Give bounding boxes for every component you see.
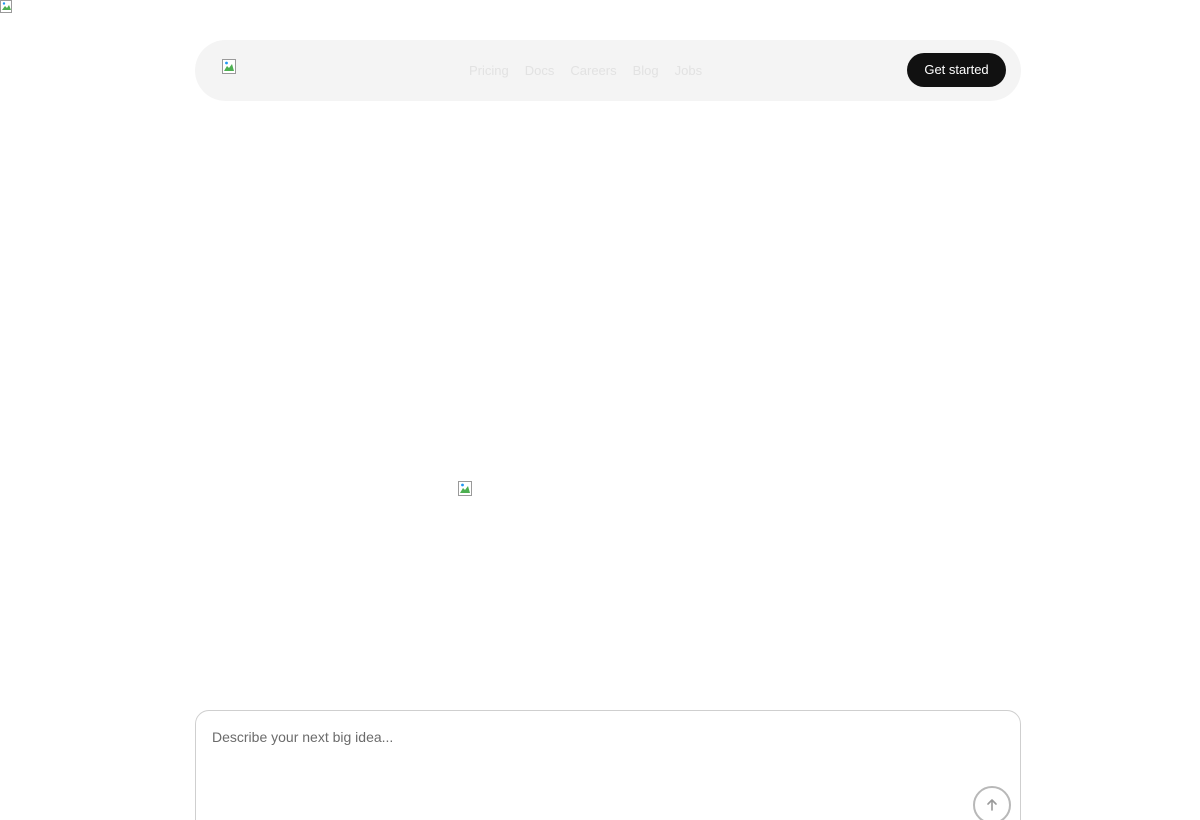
logo-broken-image-icon[interactable] xyxy=(222,59,238,75)
arrow-up-icon xyxy=(987,799,997,811)
prompt-box xyxy=(195,710,1021,820)
nav-link-blog[interactable]: Blog xyxy=(633,62,659,79)
broken-image-icon xyxy=(0,0,12,13)
idea-prompt-input[interactable] xyxy=(212,729,952,789)
page: Pricing Docs Careers Blog Jobs Get start… xyxy=(0,0,1200,820)
top-navbar: Pricing Docs Careers Blog Jobs Get start… xyxy=(195,40,1021,101)
nav-link-docs[interactable]: Docs xyxy=(525,62,555,79)
get-started-button[interactable]: Get started xyxy=(907,53,1006,87)
nav-links: Pricing Docs Careers Blog Jobs xyxy=(469,62,702,79)
nav-link-careers[interactable]: Careers xyxy=(570,62,616,79)
nav-link-jobs[interactable]: Jobs xyxy=(675,62,702,79)
nav-link-pricing[interactable]: Pricing xyxy=(469,62,509,79)
hero-broken-image-icon xyxy=(458,481,472,496)
submit-prompt-button[interactable] xyxy=(973,786,1011,820)
